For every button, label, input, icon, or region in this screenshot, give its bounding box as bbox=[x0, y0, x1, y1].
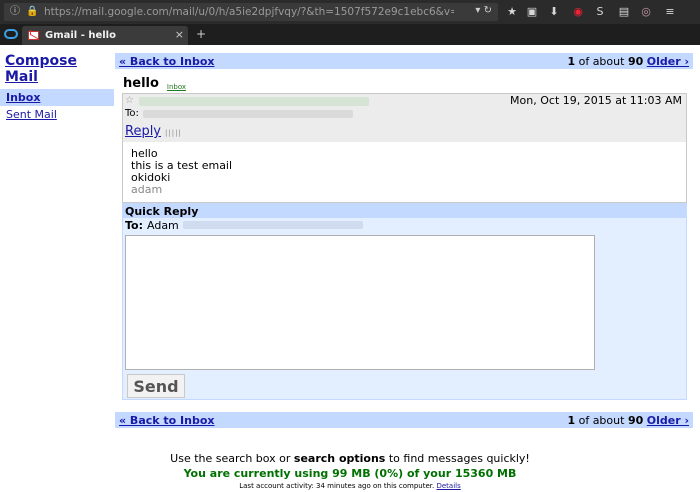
compose-mail-link[interactable]: Compose Mail bbox=[0, 53, 114, 85]
quick-reply-panel: Quick Reply To: Adam Send bbox=[122, 203, 687, 400]
message-count-bottom: 1 of about 90 Older › bbox=[567, 413, 689, 427]
browser-toolbar: ⓘ 🔒 https://mail.google.com/mail/u/0/h/a… bbox=[0, 0, 700, 24]
nav-sent-mail[interactable]: Sent Mail bbox=[0, 106, 114, 123]
older-link-bottom[interactable]: Older › bbox=[647, 414, 689, 427]
message-view: « Back to Inbox 1 of about 90 Older › he… bbox=[115, 53, 693, 428]
gmail-html-view: Compose Mail Inbox Sent Mail « Back to I… bbox=[0, 45, 700, 492]
message-navbar-bottom: « Back to Inbox 1 of about 90 Older › bbox=[115, 412, 693, 428]
extension-circle-icon[interactable]: ◎ bbox=[640, 5, 652, 19]
lock-icon: 🔒 bbox=[26, 6, 39, 17]
quick-reply-to: To: Adam bbox=[123, 218, 686, 232]
quick-reply-to-name: Adam bbox=[147, 218, 179, 232]
url-text[interactable]: https://mail.google.com/mail/u/0/h/a5ie2… bbox=[44, 6, 454, 18]
last-activity: Last account activity: 34 minutes ago on… bbox=[239, 482, 461, 490]
label-inbox-link[interactable]: Inbox bbox=[167, 83, 186, 91]
info-icon[interactable]: ⓘ bbox=[9, 6, 21, 18]
new-tab-icon[interactable]: + bbox=[196, 27, 206, 41]
message-navbar-top: « Back to Inbox 1 of about 90 Older › bbox=[115, 53, 693, 69]
older-link[interactable]: Older › bbox=[647, 55, 689, 68]
footer: Use the search box or search options to … bbox=[0, 452, 700, 490]
tab-bar: Gmail - hello × + bbox=[0, 24, 700, 45]
sender-redacted bbox=[139, 97, 369, 106]
reply-options-icon[interactable]: ||||| bbox=[165, 129, 182, 137]
quick-reply-to-label: To: bbox=[125, 218, 143, 232]
reading-list-icon[interactable]: ▣ bbox=[526, 5, 538, 19]
recipient-redacted bbox=[143, 110, 353, 118]
message-header: ☆ Mon, Oct 19, 2015 at 11:03 AM To: Repl… bbox=[123, 94, 686, 142]
extension-box-icon[interactable]: ▤ bbox=[618, 5, 630, 19]
star-icon[interactable]: ☆ bbox=[125, 95, 134, 106]
tab-close-icon[interactable]: × bbox=[175, 28, 184, 41]
storage-quota: You are currently using 99 MB (0%) of yo… bbox=[183, 467, 517, 480]
quick-reply-title: Quick Reply bbox=[123, 204, 686, 218]
message-count: 1 of about 90 Older › bbox=[567, 54, 689, 68]
search-options-text: search options bbox=[293, 452, 386, 465]
address-bar[interactable]: ⓘ 🔒 https://mail.google.com/mail/u/0/h/a… bbox=[4, 3, 498, 21]
browser-logo-icon bbox=[4, 29, 18, 39]
message-subject: hello bbox=[123, 76, 159, 91]
send-button[interactable]: Send bbox=[127, 374, 185, 398]
bookmark-star-icon[interactable]: ★ bbox=[506, 5, 518, 19]
back-to-inbox-link[interactable]: « Back to Inbox bbox=[119, 55, 215, 68]
extension-s-icon[interactable]: S bbox=[594, 5, 606, 19]
reply-textarea[interactable] bbox=[125, 235, 595, 370]
search-tip: Use the search box or search options to … bbox=[170, 452, 530, 465]
message-card: ☆ Mon, Oct 19, 2015 at 11:03 AM To: Repl… bbox=[122, 93, 687, 203]
menu-icon[interactable]: ≡ bbox=[664, 5, 676, 19]
tab-gmail[interactable]: Gmail - hello × bbox=[22, 26, 188, 45]
body-line: okidoki bbox=[131, 171, 171, 184]
reply-link[interactable]: Reply bbox=[125, 124, 161, 139]
left-nav: Compose Mail Inbox Sent Mail bbox=[0, 53, 114, 123]
message-body: hello this is a test email okidoki adam bbox=[123, 142, 686, 202]
reload-icon[interactable]: ▾ ↻ bbox=[475, 5, 492, 16]
body-line: this is a test email bbox=[131, 159, 233, 172]
to-label: To: bbox=[125, 108, 139, 119]
nav-inbox[interactable]: Inbox bbox=[0, 89, 114, 106]
message-date: Mon, Oct 19, 2015 at 11:03 AM bbox=[510, 94, 682, 107]
tab-title: Gmail - hello bbox=[45, 30, 116, 41]
download-icon[interactable]: ⬇ bbox=[548, 5, 560, 19]
details-link[interactable]: Details bbox=[436, 482, 460, 490]
subject-row: hello Inbox bbox=[115, 69, 693, 93]
back-to-inbox-link-bottom[interactable]: « Back to Inbox bbox=[119, 414, 215, 427]
ublock-icon[interactable]: ◉ bbox=[572, 5, 584, 19]
quick-reply-email-redacted bbox=[182, 221, 363, 229]
signature: adam bbox=[131, 183, 163, 196]
gmail-favicon-icon bbox=[28, 31, 39, 40]
